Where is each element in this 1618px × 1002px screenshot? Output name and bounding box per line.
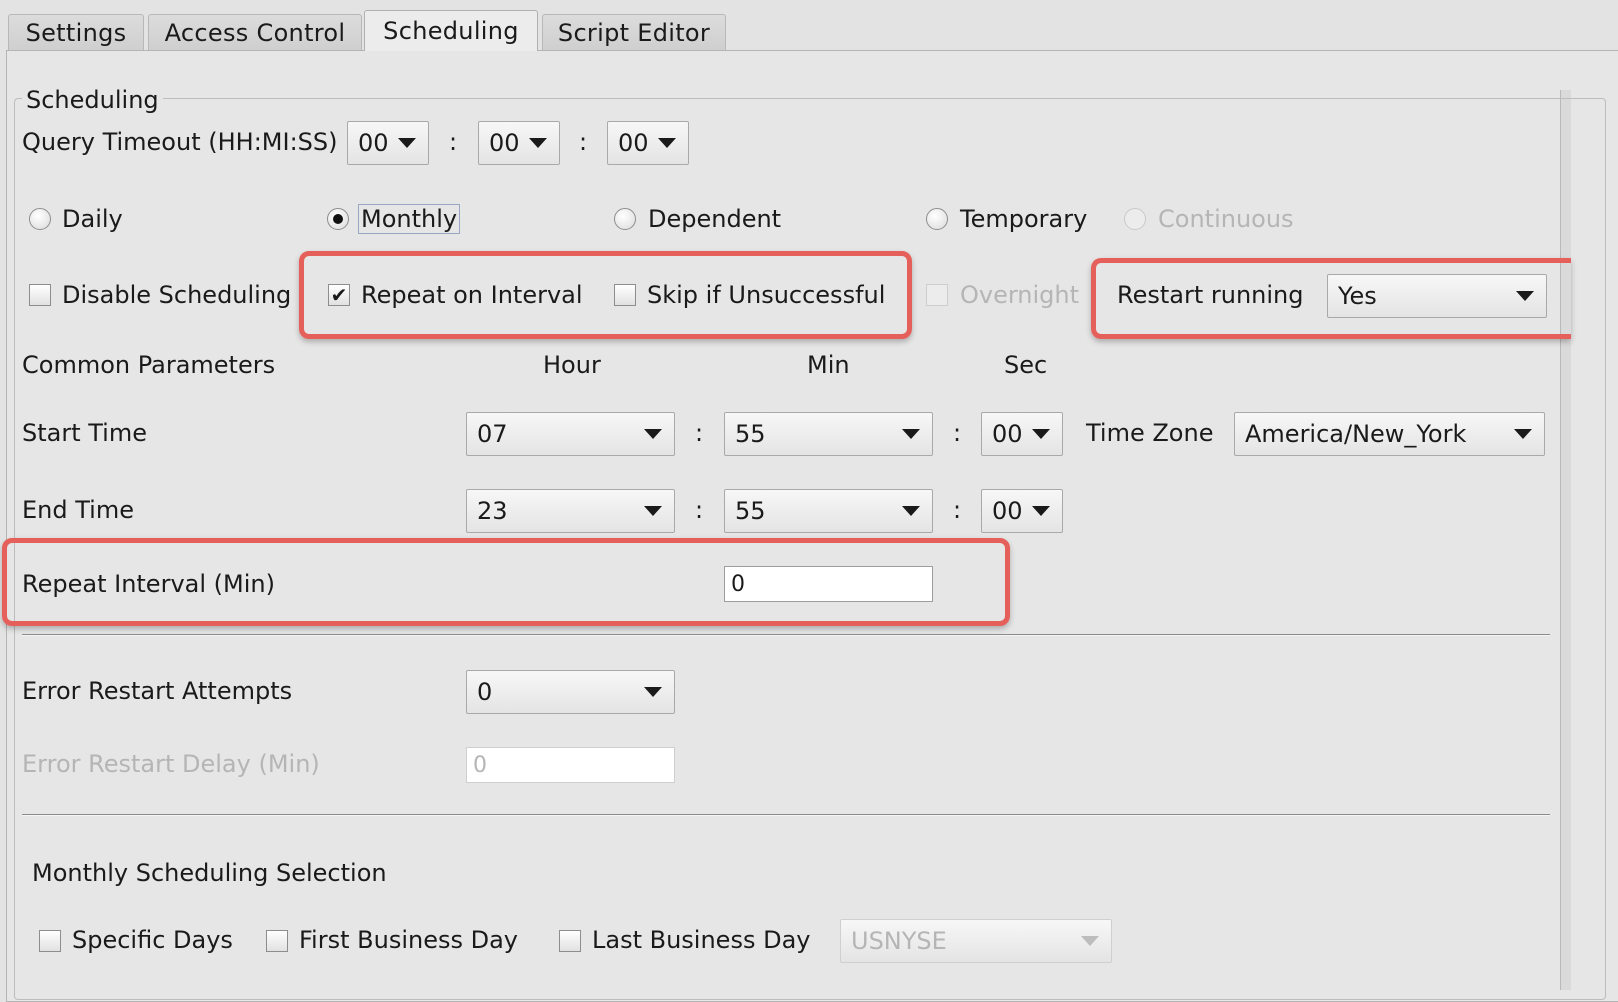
disable-scheduling-checkbox[interactable] [29, 284, 51, 306]
continuous-label: Continuous [1158, 205, 1294, 233]
dependent-label[interactable]: Dependent [648, 205, 781, 233]
time-separator: : [953, 419, 962, 447]
tab-settings[interactable]: Settings [8, 14, 144, 50]
query-timeout-label: Query Timeout (HH:MI:SS) [22, 128, 338, 156]
repeat-on-interval-label[interactable]: Repeat on Interval [361, 281, 583, 309]
chevron-down-icon [644, 429, 662, 439]
time-zone-select[interactable]: America/New_York [1234, 412, 1545, 456]
disable-scheduling-label[interactable]: Disable Scheduling [62, 281, 291, 309]
error-restart-attempts-label: Error Restart Attempts [22, 677, 293, 705]
restart-running-label: Restart running [1117, 281, 1304, 309]
start-hour-select[interactable]: 07 [466, 412, 675, 456]
monthly-scheduling-title: Monthly Scheduling Selection [32, 859, 387, 887]
scheduling-group-title: Scheduling [22, 86, 163, 114]
end-second-select[interactable]: 00 [981, 489, 1063, 533]
chevron-down-icon [1514, 429, 1532, 439]
error-restart-delay-label: Error Restart Delay (Min) [22, 750, 320, 778]
sec-column-header: Sec [1004, 351, 1048, 379]
time-separator: : [695, 496, 704, 524]
specific-days-checkbox[interactable] [39, 930, 61, 952]
daily-radio[interactable] [29, 208, 51, 230]
tab-scheduling[interactable]: Scheduling [364, 10, 538, 51]
monthly-radio[interactable] [327, 208, 349, 230]
tab-script-editor[interactable]: Script Editor [542, 14, 726, 50]
chevron-down-icon [1516, 291, 1534, 301]
temporary-label[interactable]: Temporary [960, 205, 1087, 233]
tab-access-control[interactable]: Access Control [148, 14, 362, 50]
temporary-radio[interactable] [926, 208, 948, 230]
monthly-label[interactable]: Monthly [358, 204, 461, 234]
time-separator: : [449, 128, 458, 156]
chevron-down-icon [1032, 506, 1050, 516]
time-separator: : [953, 496, 962, 524]
chevron-down-icon [398, 138, 416, 148]
time-zone-label: Time Zone [1086, 419, 1214, 447]
restart-running-select[interactable]: Yes [1327, 274, 1547, 318]
skip-if-unsuccessful-label[interactable]: Skip if Unsuccessful [647, 281, 885, 309]
query-timeout-seconds-select[interactable]: 00 [607, 121, 689, 165]
min-column-header: Min [807, 351, 850, 379]
end-time-label: End Time [22, 496, 134, 524]
overnight-checkbox [926, 284, 948, 306]
daily-label[interactable]: Daily [62, 205, 123, 233]
chevron-down-icon [1032, 429, 1050, 439]
chevron-down-icon [644, 687, 662, 697]
time-separator: : [579, 128, 588, 156]
error-restart-attempts-select[interactable]: 0 [466, 670, 675, 714]
query-timeout-minutes-select[interactable]: 00 [478, 121, 560, 165]
specific-days-label[interactable]: Specific Days [72, 926, 233, 954]
continuous-radio [1124, 208, 1146, 230]
last-business-day-checkbox[interactable] [559, 930, 581, 952]
repeat-interval-label: Repeat Interval (Min) [22, 570, 275, 598]
chevron-down-icon [644, 506, 662, 516]
chevron-down-icon [1081, 936, 1099, 946]
common-parameters-label: Common Parameters [22, 351, 276, 379]
repeat-on-interval-checkbox[interactable]: ✔ [328, 284, 350, 306]
start-time-label: Start Time [22, 419, 147, 447]
chevron-down-icon [529, 138, 547, 148]
dependent-radio[interactable] [614, 208, 636, 230]
overnight-label: Overnight [960, 281, 1080, 309]
end-minute-select[interactable]: 55 [724, 489, 933, 533]
query-timeout-hours-select[interactable]: 00 [347, 121, 429, 165]
separator [22, 814, 1550, 816]
last-business-day-label[interactable]: Last Business Day [592, 926, 810, 954]
first-business-day-checkbox[interactable] [266, 930, 288, 952]
chevron-down-icon [902, 429, 920, 439]
repeat-interval-input[interactable]: 0 [724, 566, 933, 602]
error-restart-delay-input: 0 [466, 747, 675, 783]
start-second-select[interactable]: 00 [981, 412, 1063, 456]
time-separator: : [695, 419, 704, 447]
hour-column-header: Hour [543, 351, 601, 379]
business-calendar-select: USNYSE [840, 919, 1112, 963]
chevron-down-icon [658, 138, 676, 148]
skip-if-unsuccessful-checkbox[interactable] [614, 284, 636, 306]
start-minute-select[interactable]: 55 [724, 412, 933, 456]
chevron-down-icon [902, 506, 920, 516]
separator [22, 634, 1550, 636]
first-business-day-label[interactable]: First Business Day [299, 926, 518, 954]
end-hour-select[interactable]: 23 [466, 489, 675, 533]
checkmark-icon: ✔ [330, 283, 348, 307]
tab-bar: Settings Access Control Scheduling Scrip… [0, 0, 1618, 51]
